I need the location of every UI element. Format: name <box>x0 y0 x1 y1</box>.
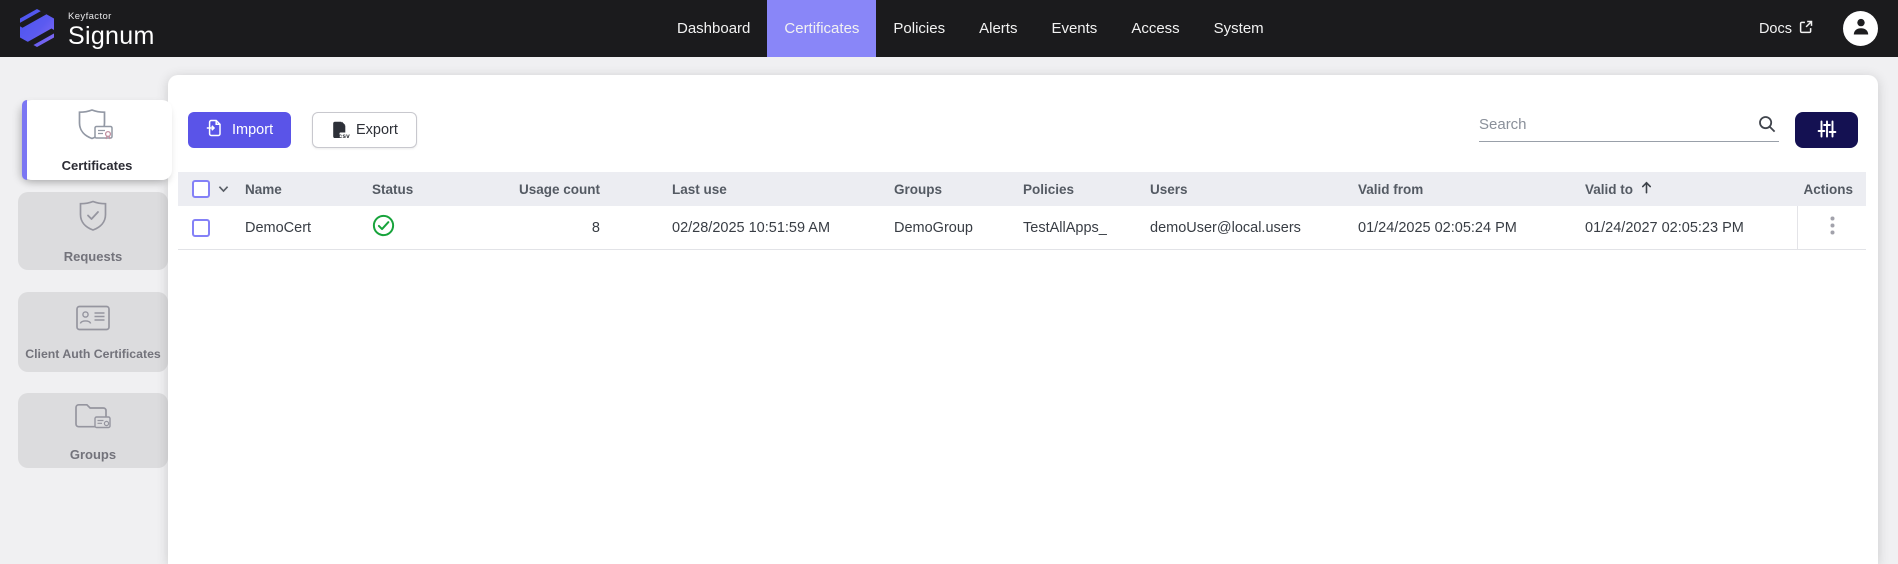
export-format-label: csv <box>339 133 350 140</box>
cell-valid-from: 01/24/2025 02:05:24 PM <box>1344 220 1571 236</box>
status-valid-icon <box>372 214 395 241</box>
nav-item-policies[interactable]: Policies <box>876 0 962 57</box>
select-all-checkbox[interactable] <box>192 180 210 198</box>
nav-item-access[interactable]: Access <box>1114 0 1196 57</box>
search-icon[interactable] <box>1757 114 1777 139</box>
export-button-label: Export <box>356 122 398 138</box>
column-header-last-use[interactable]: Last use <box>658 182 880 197</box>
nav-item-alerts[interactable]: Alerts <box>962 0 1034 57</box>
search-field <box>1479 107 1779 142</box>
table-header-row: Name Status Usage count Last use Groups … <box>178 172 1866 206</box>
docs-link[interactable]: Docs <box>1759 0 1813 57</box>
sidebar-item-label: Requests <box>64 249 123 264</box>
cell-users: demoUser@local.users <box>1136 220 1344 236</box>
sidebar-item-label: Groups <box>70 447 116 462</box>
shield-certificate-icon <box>77 108 117 149</box>
sidebar-item-label: Certificates <box>62 158 133 173</box>
brand-app-name: Signum <box>68 24 155 49</box>
column-header-actions: Actions <box>1797 182 1866 197</box>
nav-item-events[interactable]: Events <box>1034 0 1114 57</box>
export-csv-icon: csv <box>331 121 347 139</box>
nav-item-certificates[interactable]: Certificates <box>767 0 876 57</box>
certificates-panel: Import csv Export <box>168 75 1878 564</box>
cell-usage-count: 8 <box>498 220 658 236</box>
column-header-usage-count[interactable]: Usage count <box>498 182 658 197</box>
column-header-groups[interactable]: Groups <box>880 182 1009 197</box>
person-icon <box>1849 14 1873 43</box>
sidebar-item-groups[interactable]: Groups <box>18 393 168 468</box>
import-icon <box>206 119 223 141</box>
app-logo[interactable]: Keyfactor Signum <box>16 7 155 54</box>
filter-button[interactable] <box>1795 112 1858 148</box>
row-actions-button[interactable] <box>1797 206 1866 249</box>
kebab-menu-icon <box>1830 216 1835 239</box>
export-button[interactable]: csv Export <box>312 112 417 148</box>
sidebar-item-certificates[interactable]: Certificates <box>22 100 172 180</box>
search-input[interactable] <box>1479 107 1749 141</box>
row-checkbox[interactable] <box>192 219 210 237</box>
brand-product-name: Keyfactor <box>68 12 155 22</box>
cell-last-use: 02/28/2025 10:51:59 AM <box>658 220 880 236</box>
column-header-name[interactable]: Name <box>238 182 358 197</box>
external-link-icon <box>1799 20 1813 38</box>
folder-certificate-icon <box>73 399 113 438</box>
filter-sliders-icon <box>1817 119 1837 142</box>
nav-item-system[interactable]: System <box>1197 0 1281 57</box>
main-nav: Dashboard Certificates Policies Alerts E… <box>660 0 1281 57</box>
chevron-down-icon[interactable] <box>217 182 230 197</box>
column-header-status[interactable]: Status <box>358 182 498 197</box>
import-button[interactable]: Import <box>188 112 291 148</box>
certificates-table: Name Status Usage count Last use Groups … <box>178 172 1866 250</box>
table-row[interactable]: DemoCert 8 02/28/2025 10:51:59 AM DemoGr… <box>178 206 1866 250</box>
column-header-users[interactable]: Users <box>1136 182 1344 197</box>
import-button-label: Import <box>232 122 273 138</box>
cell-groups: DemoGroup <box>880 220 1009 236</box>
column-header-valid-from[interactable]: Valid from <box>1344 182 1571 197</box>
sidebar-item-label: Client Auth Certificates <box>25 347 161 361</box>
top-navbar: Keyfactor Signum Dashboard Certificates … <box>0 0 1898 57</box>
sidebar-item-client-auth-certificates[interactable]: Client Auth Certificates <box>18 292 168 372</box>
cell-policies: TestAllApps_ <box>1009 220 1136 236</box>
sidebar-item-requests[interactable]: Requests <box>18 192 168 270</box>
cell-name: DemoCert <box>238 220 358 236</box>
column-header-valid-to[interactable]: Valid to <box>1585 180 1654 198</box>
cell-status <box>358 214 498 241</box>
column-header-policies[interactable]: Policies <box>1009 182 1136 197</box>
shield-check-icon <box>75 199 111 240</box>
user-avatar[interactable] <box>1843 11 1878 46</box>
keyfactor-logo-icon <box>16 7 58 54</box>
sort-ascending-icon <box>1639 180 1654 198</box>
docs-link-label: Docs <box>1759 21 1792 37</box>
nav-item-dashboard[interactable]: Dashboard <box>660 0 767 57</box>
cell-valid-to: 01/24/2027 02:05:23 PM <box>1571 220 1797 236</box>
id-card-icon <box>74 303 112 338</box>
